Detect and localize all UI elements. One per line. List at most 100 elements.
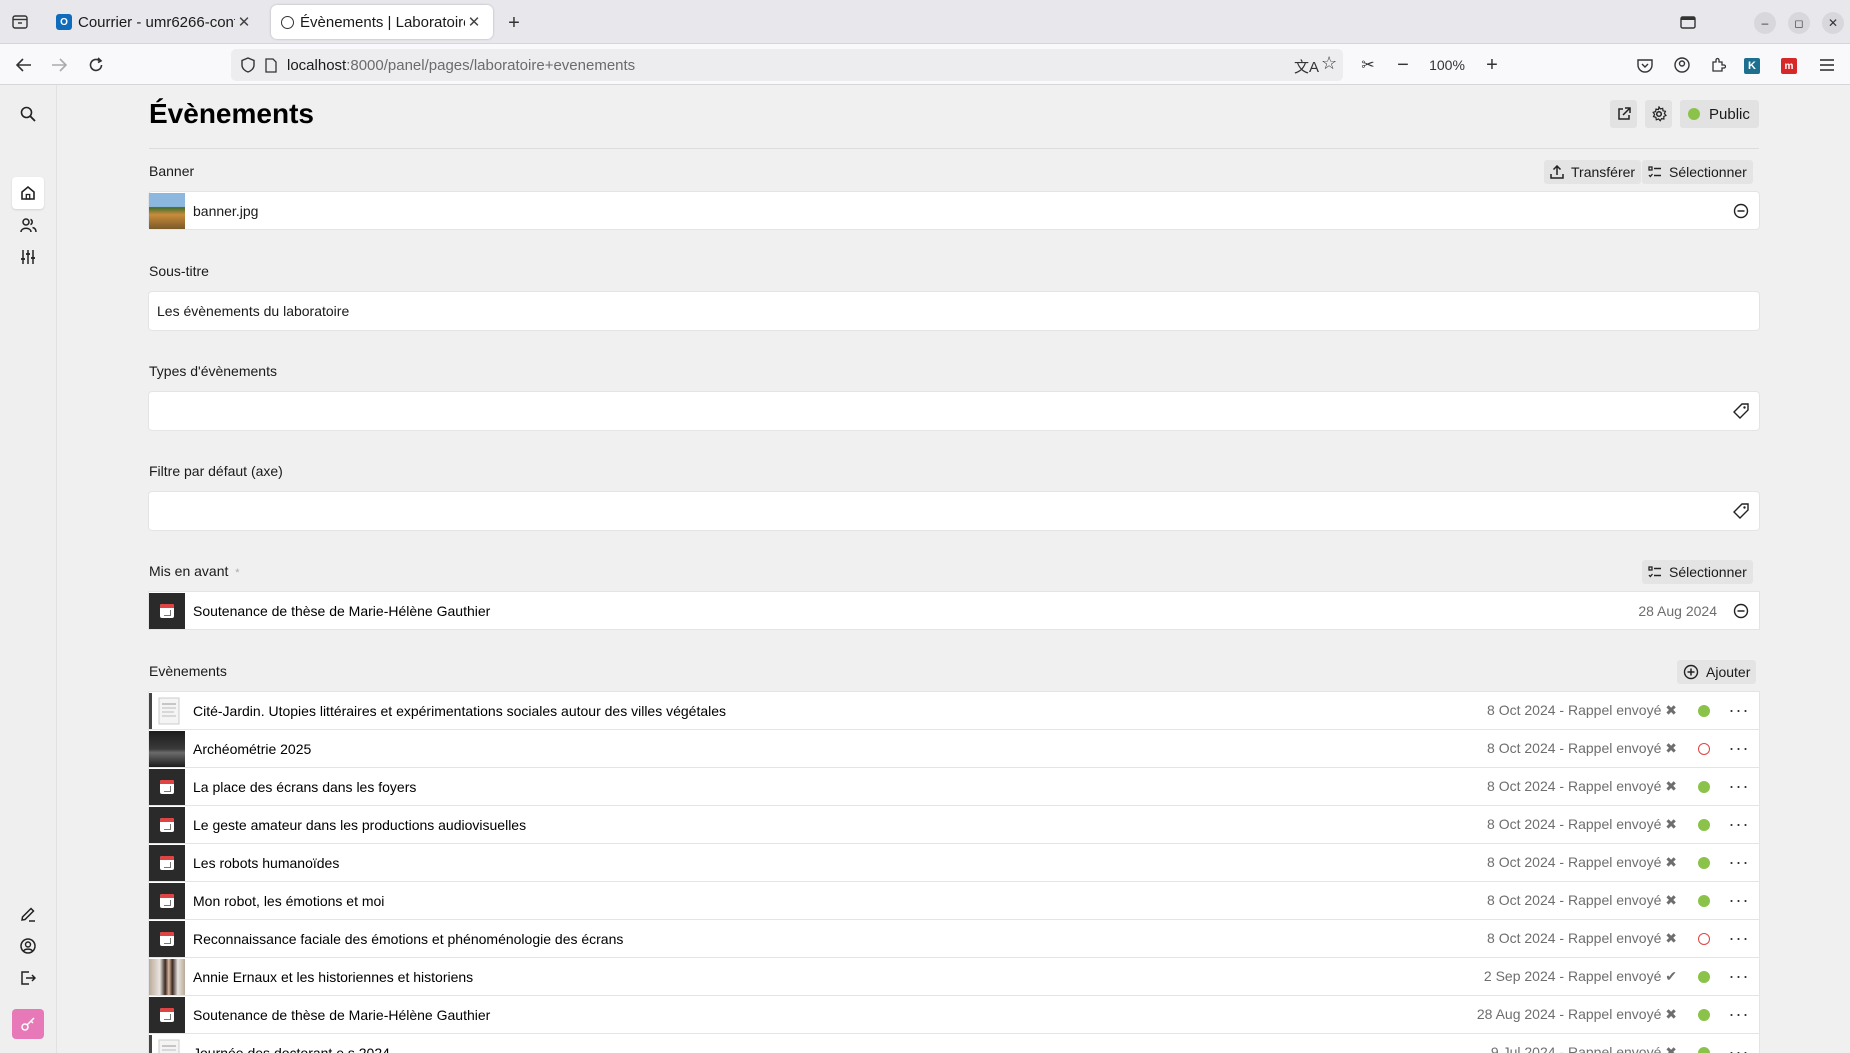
close-tab-icon[interactable]: ✕ bbox=[465, 13, 483, 31]
more-options-icon[interactable]: ··· bbox=[1719, 852, 1759, 873]
featured-label-text: Mis en avant bbox=[149, 563, 229, 579]
browser-tab-events[interactable]: Évènements | Laboratoire ✕ bbox=[271, 5, 493, 39]
event-status[interactable] bbox=[1689, 818, 1719, 831]
event-row[interactable]: Mon robot, les émotions et moi 8 Oct 2024… bbox=[149, 882, 1759, 919]
search-icon[interactable] bbox=[12, 98, 44, 130]
extensions-icon[interactable] bbox=[1706, 53, 1730, 77]
settings-sliders-icon[interactable] bbox=[12, 241, 44, 273]
event-status[interactable] bbox=[1689, 970, 1719, 983]
upload-icon bbox=[1550, 165, 1564, 179]
event-thumbnail bbox=[149, 958, 185, 995]
upload-button[interactable]: Transférer bbox=[1544, 160, 1642, 184]
browser-tab-mail[interactable]: O Courrier - umr6266-conta ✕ bbox=[46, 5, 263, 39]
event-thumbnail bbox=[149, 592, 185, 629]
extension-k-icon[interactable]: K bbox=[1744, 58, 1760, 74]
event-row[interactable]: Journée des doctorant.e.s 2024 9 Jul 2024… bbox=[149, 1034, 1759, 1053]
page-icon[interactable] bbox=[265, 57, 277, 73]
event-status[interactable] bbox=[1689, 856, 1719, 869]
event-status[interactable] bbox=[1689, 894, 1719, 907]
browser-nav-bar: localhost:8000/panel/pages/laboratoire+e… bbox=[0, 44, 1850, 85]
event-row[interactable]: Le geste amateur dans les productions au… bbox=[149, 806, 1759, 843]
subtitle-label: Sous-titre bbox=[149, 263, 209, 279]
more-options-icon[interactable]: ··· bbox=[1719, 890, 1759, 911]
event-status[interactable] bbox=[1689, 932, 1719, 945]
pocket-icon[interactable] bbox=[1633, 53, 1657, 77]
select-featured-button[interactable]: Sélectionner bbox=[1642, 560, 1753, 584]
events-label: Evènements bbox=[149, 663, 227, 679]
calendar-icon bbox=[160, 855, 174, 870]
event-types-input[interactable] bbox=[149, 392, 1759, 430]
open-page-button[interactable] bbox=[1610, 100, 1637, 128]
bookmark-star-icon[interactable]: ☆ bbox=[1321, 53, 1337, 74]
sidebar-toggle-icon[interactable] bbox=[1676, 12, 1700, 32]
status-public-icon bbox=[1698, 818, 1710, 831]
more-options-icon[interactable]: ··· bbox=[1719, 1004, 1759, 1025]
close-window-icon[interactable]: ✕ bbox=[1822, 12, 1844, 34]
more-options-icon[interactable]: ··· bbox=[1719, 776, 1759, 797]
users-icon[interactable] bbox=[12, 209, 44, 241]
remove-icon[interactable] bbox=[1733, 603, 1749, 619]
tab-title: Évènements | Laboratoire bbox=[300, 13, 465, 31]
panel-sidebar bbox=[0, 85, 57, 1053]
event-row[interactable]: Les robots humanoïdes 8 Oct 2024 - Rappel… bbox=[149, 844, 1759, 881]
add-event-button[interactable]: Ajouter bbox=[1677, 660, 1757, 684]
event-row[interactable]: Soutenance de thèse de Marie-Hélène Gaut… bbox=[149, 996, 1759, 1033]
extension-red-icon[interactable]: m bbox=[1781, 58, 1797, 74]
event-status[interactable] bbox=[1689, 704, 1719, 717]
status-draft-icon bbox=[1698, 932, 1710, 945]
zoom-level[interactable]: 100% bbox=[1422, 53, 1472, 77]
back-icon[interactable] bbox=[12, 53, 36, 77]
tab-list-icon[interactable] bbox=[8, 12, 32, 32]
account-icon[interactable] bbox=[1670, 53, 1694, 77]
event-meta: 8 Oct 2024 - Rappel envoyé ✖ bbox=[1487, 740, 1677, 756]
external-link-icon bbox=[1617, 107, 1631, 121]
address-bar[interactable]: localhost:8000/panel/pages/laboratoire+e… bbox=[231, 49, 1343, 81]
event-title: Annie Ernaux et les historiennes et hist… bbox=[193, 968, 474, 985]
more-options-icon[interactable]: ··· bbox=[1719, 738, 1759, 759]
reload-icon[interactable] bbox=[84, 53, 108, 77]
featured-item[interactable]: Soutenance de thèse de Marie-Hélène Gaut… bbox=[149, 592, 1759, 629]
default-filter-input[interactable] bbox=[149, 492, 1759, 530]
event-meta: 8 Oct 2024 - Rappel envoyé ✖ bbox=[1487, 702, 1677, 718]
logout-icon[interactable] bbox=[12, 962, 44, 994]
remove-icon[interactable] bbox=[1733, 203, 1749, 219]
screenshot-icon[interactable]: ✂ bbox=[1356, 53, 1380, 77]
select-banner-button[interactable]: Sélectionner bbox=[1642, 160, 1753, 184]
event-row[interactable]: Annie Ernaux et les historiennes et hist… bbox=[149, 958, 1759, 995]
license-key-icon[interactable] bbox=[12, 1009, 44, 1039]
zoom-in-icon[interactable]: + bbox=[1480, 53, 1504, 77]
more-options-icon[interactable]: ··· bbox=[1719, 814, 1759, 835]
app-menu-icon[interactable] bbox=[1815, 53, 1839, 77]
account-circle-icon[interactable] bbox=[12, 930, 44, 962]
event-status[interactable] bbox=[1689, 1008, 1719, 1021]
subtitle-input[interactable]: Les évènements du laboratoire bbox=[149, 292, 1759, 330]
event-thumbnail bbox=[149, 996, 185, 1033]
more-options-icon[interactable]: ··· bbox=[1719, 966, 1759, 987]
kirby-icon bbox=[281, 15, 294, 29]
event-row[interactable]: Reconnaissance faciale des émotions et p… bbox=[149, 920, 1759, 957]
event-row[interactable]: Archéométrie 2025 8 Oct 2024 - Rappel env… bbox=[149, 730, 1759, 767]
new-tab-icon[interactable]: + bbox=[503, 12, 525, 34]
site-home-icon[interactable] bbox=[12, 177, 44, 209]
more-options-icon[interactable]: ··· bbox=[1719, 928, 1759, 949]
add-circle-icon bbox=[1683, 664, 1699, 680]
close-tab-icon[interactable]: ✕ bbox=[235, 13, 253, 31]
event-row[interactable]: La place des écrans dans les foyers 8 Oct… bbox=[149, 768, 1759, 805]
more-options-icon[interactable]: ··· bbox=[1719, 700, 1759, 721]
translate-icon[interactable]: 文A bbox=[1294, 56, 1319, 77]
event-status[interactable] bbox=[1689, 1046, 1719, 1053]
zoom-out-icon[interactable]: − bbox=[1391, 53, 1415, 77]
event-row[interactable]: Cité-Jardin. Utopies littéraires et expé… bbox=[149, 692, 1759, 729]
event-meta: 8 Oct 2024 - Rappel envoyé ✖ bbox=[1487, 892, 1677, 908]
banner-file-item[interactable]: banner.jpg bbox=[149, 192, 1759, 229]
page-settings-button[interactable] bbox=[1645, 100, 1672, 128]
event-status[interactable] bbox=[1689, 780, 1719, 793]
restore-window-icon[interactable]: ◻ bbox=[1788, 12, 1810, 34]
shield-icon[interactable] bbox=[241, 57, 255, 73]
edit-pencil-icon[interactable] bbox=[12, 898, 44, 930]
more-options-icon[interactable]: ··· bbox=[1719, 1042, 1759, 1053]
event-status[interactable] bbox=[1689, 742, 1719, 755]
minimize-window-icon[interactable]: – bbox=[1754, 12, 1776, 34]
forward-icon[interactable] bbox=[47, 53, 71, 77]
page-status-button[interactable]: Public bbox=[1680, 100, 1759, 128]
